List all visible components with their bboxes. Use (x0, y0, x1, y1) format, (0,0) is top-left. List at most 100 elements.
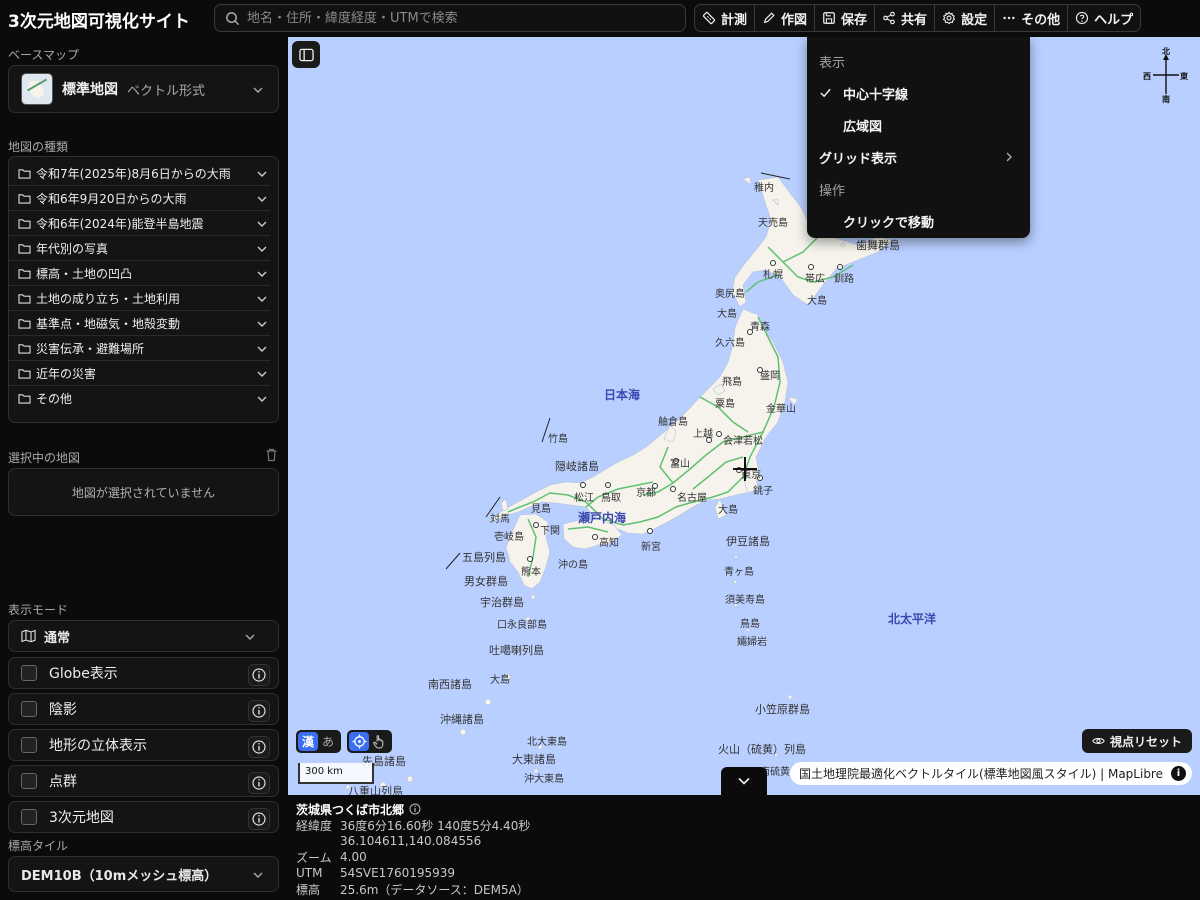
utm-value: 54SVE1760195939 (340, 866, 456, 880)
sidebar-toggle-button[interactable] (292, 41, 320, 68)
eye-icon (1092, 738, 1105, 744)
place-label: 高知 (599, 538, 619, 549)
top-bar: 3次元地図可視化サイト 計測 作図 保存 共有 設定 その他 (0, 0, 1200, 37)
draw-label: 作図 (781, 12, 808, 28)
chevron-down-icon (257, 246, 267, 252)
view-reset-button[interactable]: 視点リセット (1081, 729, 1192, 753)
info-icon (252, 704, 266, 718)
place-label: 松江 (574, 493, 594, 504)
option-info-button[interactable] (248, 772, 270, 794)
ruler-icon (702, 11, 716, 25)
elevation-tile-value: DEM10B（10mメッシュ標高） (21, 868, 218, 884)
place-label: 粟島 (715, 399, 735, 410)
maptype-item[interactable]: 令和7年(2025年)8月6日からの大雨 (9, 161, 270, 186)
hiragana-option[interactable]: あ (318, 732, 338, 751)
maptype-item[interactable]: 年代別の写真 (9, 236, 270, 261)
check-icon (820, 88, 831, 98)
display-mode-select[interactable]: 通常 (8, 620, 279, 652)
toggle-option[interactable]: 3次元地図 (8, 801, 279, 833)
maptype-item[interactable]: 標高・土地の凹凸 (9, 261, 270, 286)
location-name: 茨城県つくば市北郷 (296, 801, 1200, 817)
maptype-item[interactable]: その他 (9, 386, 270, 411)
measure-button[interactable]: 計測 (695, 5, 756, 31)
maptype-label: 令和6年9月20日からの大雨 (36, 191, 187, 206)
toggle-option[interactable]: Globe表示 (8, 657, 279, 689)
toggle-option-label: 陰影 (49, 702, 77, 718)
place-label: 宇治群島 (480, 596, 524, 609)
help-button[interactable]: ヘルプ (1068, 5, 1140, 31)
pan-option[interactable] (369, 732, 389, 751)
settings-button[interactable]: 設定 (935, 5, 996, 31)
info-panel-collapse-button[interactable] (721, 767, 767, 795)
chevron-right-icon (1006, 152, 1012, 162)
trash-icon[interactable] (265, 448, 278, 462)
attribution-info-icon[interactable]: i (1171, 766, 1186, 781)
maptype-item[interactable]: 基準点・地磁気・地殻変動 (9, 311, 270, 336)
chevron-down-icon (257, 271, 267, 277)
info-icon[interactable] (409, 803, 421, 815)
place-label: 鳥取 (601, 493, 621, 504)
maptype-item[interactable]: 災害伝承・避難場所 (9, 336, 270, 361)
option-info-button[interactable] (248, 700, 270, 722)
place-label: 富山 (670, 459, 690, 470)
app-title: 3次元地図可視化サイト (8, 12, 190, 32)
maptype-item[interactable]: 令和6年9月20日からの大雨 (9, 186, 270, 211)
menu-section-display: 表示 (819, 55, 846, 71)
save-button[interactable]: 保存 (815, 5, 876, 31)
place-label: 須美寿島 (725, 595, 765, 606)
save-label: 保存 (841, 12, 868, 28)
chevron-down-icon (257, 221, 267, 227)
place-label: 札幌 (763, 270, 783, 281)
control-mode-toggle[interactable] (347, 730, 392, 753)
info-icon (252, 668, 266, 682)
draw-button[interactable]: 作図 (755, 5, 816, 31)
menu-item-overview[interactable]: 広域図 (807, 109, 1030, 141)
checkbox[interactable] (21, 701, 37, 717)
toggle-option-label: 3次元地図 (49, 810, 114, 826)
toggle-option[interactable]: 点群 (8, 765, 279, 797)
kanji-option[interactable]: 漢 (298, 732, 318, 751)
basemap-select[interactable]: 標準地図 ベクトル形式 (8, 65, 279, 113)
menu-item-grid[interactable]: グリッド表示 (807, 141, 1030, 173)
share-button[interactable]: 共有 (875, 5, 936, 31)
option-info-button[interactable] (248, 736, 270, 758)
maptype-item[interactable]: 土地の成り立ち・土地利用 (9, 286, 270, 311)
view-reset-label: 視点リセット (1109, 734, 1182, 749)
checkbox[interactable] (21, 665, 37, 681)
search-box[interactable] (214, 4, 686, 32)
more-button[interactable]: その他 (995, 5, 1069, 31)
sidebar-panel-icon (298, 48, 314, 61)
zoom-row: ズーム 4.00 (296, 849, 1200, 865)
maptype-item[interactable]: 近年の災害 (9, 361, 270, 386)
more-label: その他 (1021, 12, 1061, 28)
folder-icon (18, 218, 31, 229)
checkbox[interactable] (21, 773, 37, 789)
locate-option[interactable] (349, 732, 369, 751)
menu-item-click-move[interactable]: クリックで移動 (807, 205, 1030, 237)
checkbox[interactable] (21, 737, 37, 753)
search-input[interactable] (247, 10, 685, 26)
place-label: 沖大東島 (524, 774, 564, 785)
toggle-option[interactable]: 陰影 (8, 693, 279, 725)
option-info-button[interactable] (248, 808, 270, 830)
folder-icon (18, 343, 31, 354)
row-key: UTM (296, 866, 323, 880)
menu-section-operation: 操作 (819, 183, 846, 199)
elevation-tile-select[interactable]: DEM10B（10mメッシュ標高） (8, 856, 279, 892)
map-icon (21, 629, 36, 643)
compass-rose[interactable]: 北 南 西 東 (1143, 47, 1188, 104)
gear-icon (942, 11, 956, 25)
menu-item-center-cross[interactable]: 中心十字線 (807, 77, 1030, 109)
map-canvas[interactable]: 北 南 西 東 日本海 瀬戸内海 北太平洋 稚内 天売島 札幌 帯広 釧路 歯舞… (288, 37, 1200, 795)
checkbox[interactable] (21, 809, 37, 825)
folder-icon (18, 394, 31, 404)
place-label: 下関 (540, 526, 560, 537)
toolbar: 計測 作図 保存 共有 設定 その他 ヘルプ (694, 4, 1142, 32)
menu-item-label: 中心十字線 (843, 87, 909, 103)
label-language-toggle[interactable]: 漢 あ (296, 730, 341, 753)
folder-icon (18, 293, 31, 304)
toggle-option[interactable]: 地形の立体表示 (8, 729, 279, 761)
chevron-down-icon (257, 396, 267, 402)
option-info-button[interactable] (248, 664, 270, 686)
maptype-item[interactable]: 令和6年(2024年)能登半島地震 (9, 211, 270, 236)
